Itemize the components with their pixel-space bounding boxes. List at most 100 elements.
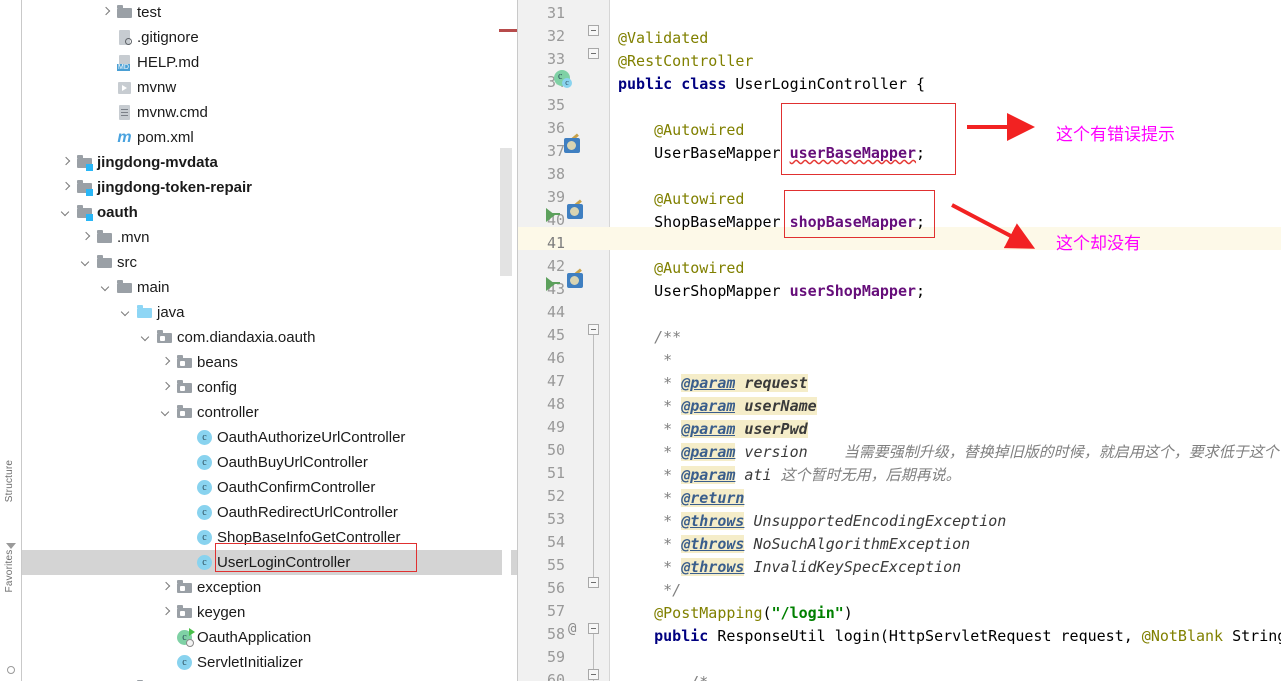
- chevron-down-icon[interactable]: [140, 331, 153, 344]
- java-class-icon: c: [196, 504, 213, 521]
- tree-node-main[interactable]: main: [22, 275, 518, 300]
- code-line[interactable]: * @throws InvalidKeySpecException: [618, 556, 1281, 579]
- tree-node-mvnw-cmd[interactable]: mvnw.cmd: [22, 100, 518, 125]
- tree-node-config[interactable]: config: [22, 375, 518, 400]
- code-line[interactable]: @RestController: [618, 50, 1281, 73]
- tree-node-label: exception: [197, 579, 262, 596]
- package-folder-icon: [176, 579, 193, 596]
- tool-tab-structure[interactable]: Structure: [0, 449, 21, 513]
- chevron-right-icon[interactable]: [60, 181, 73, 194]
- chevron-right-icon[interactable]: [60, 156, 73, 169]
- tree-node-label: mvnw: [137, 79, 177, 96]
- tree-node-jingdong-token-repair[interactable]: jingdong-token-repair: [22, 175, 518, 200]
- chevron-down-icon[interactable]: [80, 256, 93, 269]
- tree-node-jingdong-mvdata[interactable]: jingdong-mvdata: [22, 150, 518, 175]
- java-class-icon: c: [176, 654, 193, 671]
- fold-marker-56[interactable]: [588, 577, 599, 588]
- override-icon-40[interactable]: [546, 207, 563, 224]
- chevron-right-icon[interactable]: [160, 356, 173, 369]
- spring-bean-icon-37[interactable]: [564, 133, 581, 155]
- code-line[interactable]: */: [618, 579, 1281, 602]
- tree-node-beans[interactable]: beans: [22, 350, 518, 375]
- line-number: 48: [546, 395, 565, 413]
- code-line[interactable]: /*: [618, 671, 1281, 681]
- tool-window-circle-icon[interactable]: [7, 666, 15, 674]
- tree-scrollbar-thumb[interactable]: [500, 148, 512, 276]
- line-number: 57: [546, 602, 565, 620]
- folder-icon: [116, 4, 133, 21]
- tree-node-oauthredirecturlcontroller[interactable]: c OauthRedirectUrlController: [22, 500, 518, 525]
- code-line[interactable]: * @return: [618, 487, 1281, 510]
- fold-marker-32[interactable]: [588, 25, 599, 36]
- tree-node-oauthapplication[interactable]: c OauthApplication: [22, 625, 518, 650]
- tree-node-help-md[interactable]: MD HELP.md: [22, 50, 518, 75]
- code-line[interactable]: * @param userName: [618, 395, 1281, 418]
- chevron-placeholder: [100, 81, 113, 94]
- collapse-triangle-icon[interactable]: [6, 543, 16, 549]
- spring-bean-icon-40[interactable]: [567, 199, 584, 221]
- left-tool-strip: Structure Favorites: [0, 0, 22, 681]
- chevron-placeholder: [100, 131, 113, 144]
- chevron-placeholder: [100, 31, 113, 44]
- tree-node-src[interactable]: src: [22, 250, 518, 275]
- tree-node-controller[interactable]: controller: [22, 400, 518, 425]
- tree-node-servletinitializer[interactable]: c ServletInitializer: [22, 650, 518, 675]
- tree-node-exception[interactable]: exception: [22, 575, 518, 600]
- tree-node-oauthauthorizeurlcontroller[interactable]: c OauthAuthorizeUrlController: [22, 425, 518, 450]
- tree-scrollbar-track[interactable]: [502, 0, 511, 681]
- chevron-down-icon[interactable]: [160, 406, 173, 419]
- tree-node--gitignore[interactable]: .gitignore: [22, 25, 518, 50]
- tree-node-oauth[interactable]: oauth: [22, 200, 518, 225]
- package-folder-icon: [176, 604, 193, 621]
- project-tree[interactable]: test .gitignore MD HELP.md mvnw mvnw.cmd m pom.…: [22, 0, 518, 681]
- tree-node-label: OauthApplication: [197, 629, 312, 646]
- chevron-right-icon[interactable]: [100, 6, 113, 19]
- code-line[interactable]: public ResponseUtil login(HttpServletReq…: [618, 625, 1281, 648]
- tree-node-keygen[interactable]: keygen: [22, 600, 518, 625]
- code-line[interactable]: * @param userPwd: [618, 418, 1281, 441]
- tree-node-resources[interactable]: resources: [22, 675, 518, 681]
- chevron-down-icon[interactable]: [100, 281, 113, 294]
- code-line[interactable]: * @throws NoSuchAlgorithmException: [618, 533, 1281, 556]
- fold-region-line: [593, 335, 594, 577]
- fold-marker-33[interactable]: [588, 48, 599, 59]
- tree-node-oauthconfirmcontroller[interactable]: c OauthConfirmController: [22, 475, 518, 500]
- spring-class-icon[interactable]: c: [554, 70, 572, 88]
- code-line[interactable]: @PostMapping("/login"): [618, 602, 1281, 625]
- annotation-box-shop-base-mapper: [784, 190, 935, 238]
- tree-node-oauthbuyurlcontroller[interactable]: c OauthBuyUrlController: [22, 450, 518, 475]
- tree-node-label: config: [197, 379, 238, 396]
- code-line[interactable]: @Validated: [618, 27, 1281, 50]
- code-line[interactable]: *: [618, 349, 1281, 372]
- code-line[interactable]: UserShopMapper userShopMapper;: [618, 280, 1281, 303]
- code-line[interactable]: * @throws UnsupportedEncodingException: [618, 510, 1281, 533]
- chevron-right-icon[interactable]: [160, 381, 173, 394]
- code-line[interactable]: /**: [618, 326, 1281, 349]
- code-line[interactable]: @Autowired: [618, 257, 1281, 280]
- chevron-down-icon[interactable]: [60, 206, 73, 219]
- tree-node-mvnw[interactable]: mvnw: [22, 75, 518, 100]
- code-line[interactable]: * @param request: [618, 372, 1281, 395]
- tree-node-pom-xml[interactable]: m pom.xml: [22, 125, 518, 150]
- code-line[interactable]: * @param ati 这个暂时无用，后期再说。: [618, 464, 1281, 487]
- module-folder-icon: [76, 179, 93, 196]
- override-icon-43[interactable]: [546, 276, 563, 293]
- fold-marker-60[interactable]: [588, 669, 599, 680]
- module-folder-icon: [76, 154, 93, 171]
- annotation-gutter-marker[interactable]: @: [568, 621, 576, 637]
- fold-marker-58[interactable]: [588, 623, 599, 634]
- tree-node-java[interactable]: java: [22, 300, 518, 325]
- code-line[interactable]: public class UserLoginController {: [618, 73, 1281, 96]
- chevron-right-icon[interactable]: [160, 606, 173, 619]
- chevron-down-icon[interactable]: [120, 306, 133, 319]
- chevron-right-icon[interactable]: [80, 231, 93, 244]
- folder-icon: [116, 279, 133, 296]
- tree-node--mvn[interactable]: .mvn: [22, 225, 518, 250]
- spring-bean-icon-43[interactable]: [567, 268, 584, 290]
- line-number: 53: [546, 510, 565, 528]
- chevron-right-icon[interactable]: [160, 581, 173, 594]
- tree-node-com-diandaxia-oauth[interactable]: com.diandaxia.oauth: [22, 325, 518, 350]
- tree-node-test[interactable]: test: [22, 0, 518, 25]
- code-line[interactable]: * @param version 当需要强制升级，替换掉旧版的时候，就启用这个，…: [618, 441, 1281, 464]
- fold-marker-45[interactable]: [588, 324, 599, 335]
